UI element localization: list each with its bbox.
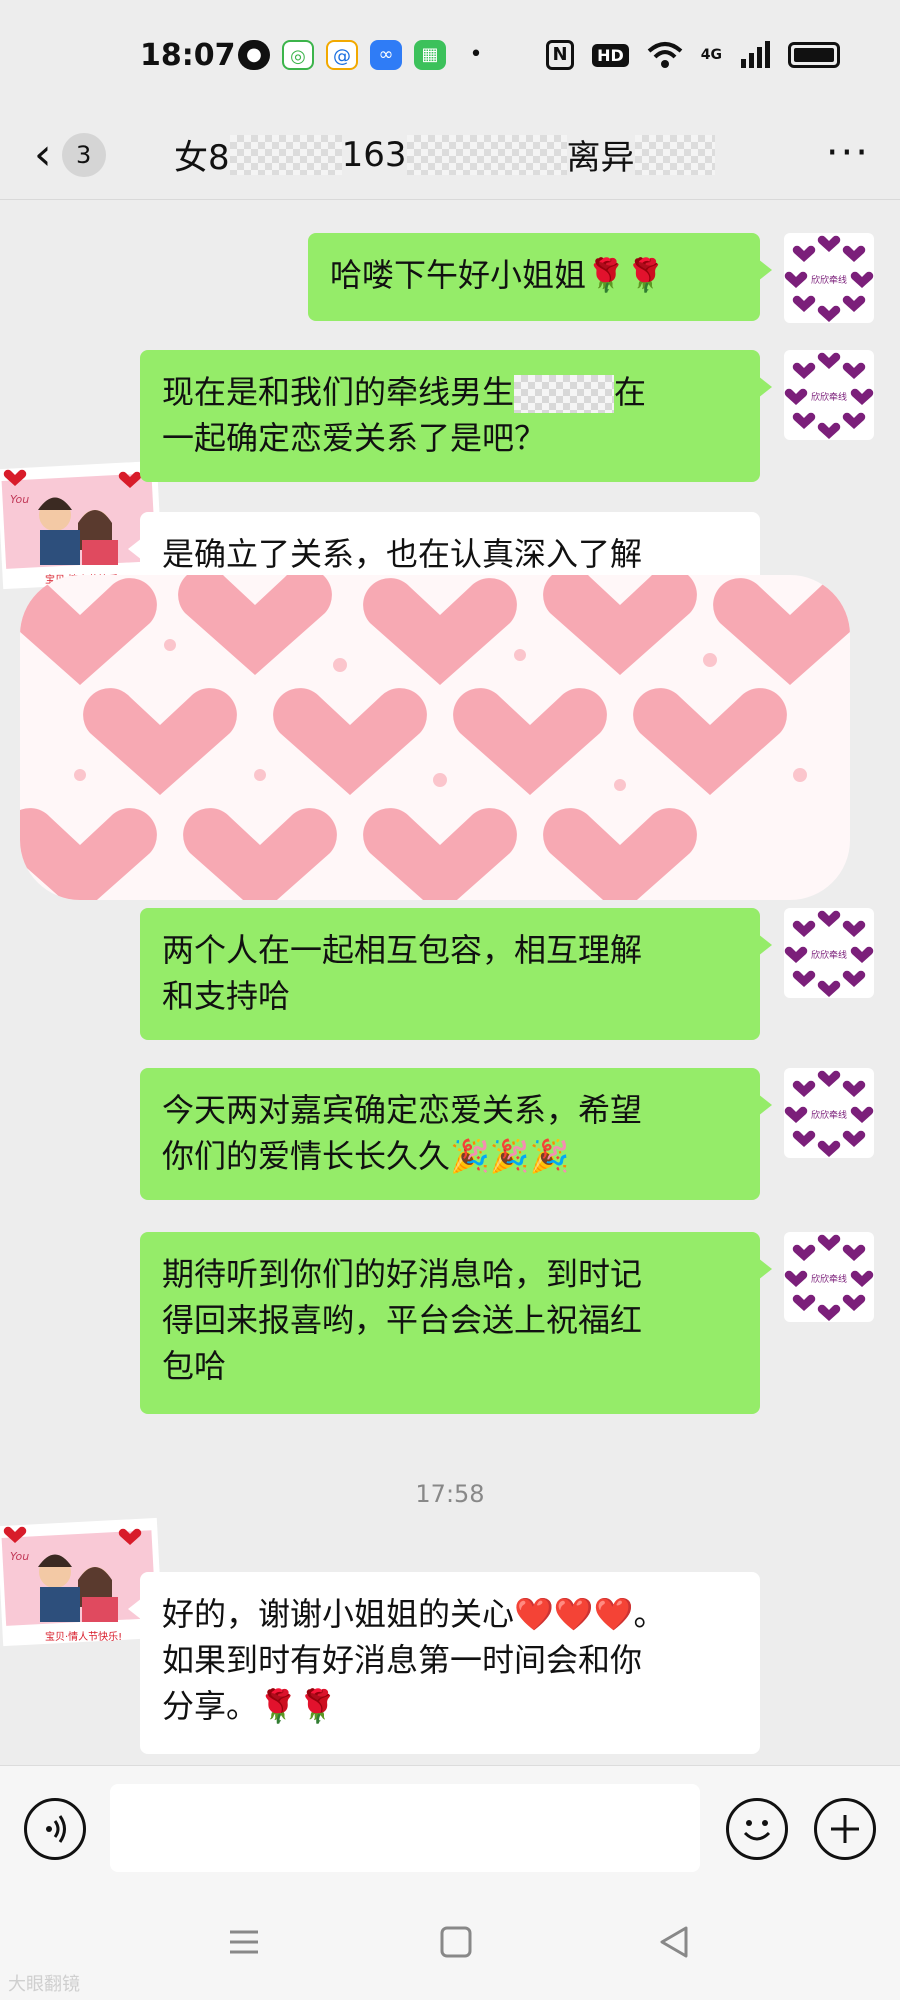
network-label: 4G [700, 47, 722, 63]
heart-ring-icon: 欣欣牵线 [784, 910, 874, 997]
title-tag: 离异 [566, 138, 635, 178]
avatar[interactable]: 欣欣牵线 [784, 233, 874, 323]
hearts-icon [20, 575, 850, 900]
system-nav-bar [0, 1890, 900, 2000]
title-mosaic [229, 134, 342, 175]
heart-ring-icon: 欣欣牵线 [784, 1070, 874, 1157]
user-avatar-caption: 宝贝·情人节快乐! [45, 1630, 122, 1643]
message-input[interactable] [110, 1784, 700, 1872]
message-text: 是确立了关系，也在认真深入了解 [162, 535, 643, 573]
message-bubble[interactable]: 两个人在一起相互包容，相互理解 和支持哈 [140, 908, 772, 1040]
message-text: 今天两对嘉宾确定恋爱关系，希望 [162, 1091, 643, 1129]
avatar[interactable]: You 宝贝·情人节快乐! [0, 1512, 164, 1652]
message-text: 期待听到你们的好消息哈，到时记 [162, 1255, 643, 1293]
avatar[interactable]: 欣欣牵线 [784, 1232, 874, 1322]
plus-icon [831, 1815, 859, 1843]
smiley-icon [743, 1820, 771, 1841]
status-bar: 18:07 ● ◎ @ ∞ ▦ • N HD 4G [0, 0, 900, 110]
brand-avatar-text: 欣欣牵线 [811, 949, 847, 961]
user-avatar-text: You [10, 1550, 29, 1563]
message-text: 好的，谢谢小姐姐的关心❤️❤️❤️。 [162, 1595, 666, 1633]
app-icon: ▦ [414, 40, 446, 70]
avatar[interactable]: 欣欣牵线 [784, 908, 874, 998]
avatar[interactable]: You 宝贝·情人节快乐! [0, 455, 164, 595]
message-bubble[interactable]: 现在是和我们的牵线男生 在 一起确定恋爱关系了是吧？ [140, 350, 772, 482]
message-bubble[interactable]: 今天两对嘉宾确定恋爱关系，希望 你们的爱情长长久久🎉🎉🎉 [140, 1068, 772, 1200]
title-prefix: 女8 [174, 138, 230, 178]
plus-button[interactable] [814, 1798, 876, 1860]
more-button[interactable]: ··· [826, 130, 870, 176]
message-bubble[interactable]: 期待听到你们的好消息哈，到时记 得回来报喜哟，平台会送上祝福红 包哈 [140, 1232, 772, 1414]
back-button[interactable]: ‹ 3 [34, 128, 124, 182]
heart-sticker [20, 575, 850, 900]
user-avatar-text: You [10, 493, 29, 506]
brand-avatar-text: 欣欣牵线 [811, 391, 847, 403]
message-text: 哈喽下午好小姐姐🌹🌹 [330, 256, 666, 294]
message-text: 如果到时有好消息第一时间会和你 [162, 1641, 643, 1679]
message-text: 现在是和我们的牵线男生 [162, 373, 515, 411]
title-mosaic [406, 134, 567, 175]
watermark: 大眼翻镜 [8, 1974, 80, 1995]
dot-icon: • [469, 42, 483, 67]
brand-avatar-text: 欣欣牵线 [811, 274, 847, 286]
wifi-icon [647, 42, 683, 68]
title-mid: 163 [341, 134, 407, 175]
home-button[interactable] [432, 1918, 480, 1966]
chat-header: ‹ 3 女8 163 离异 ··· [0, 110, 900, 200]
avatar[interactable]: 欣欣牵线 [784, 1068, 874, 1158]
status-right: N HD 4G [546, 40, 840, 70]
chat-title[interactable]: 女8 163 离异 [174, 130, 715, 179]
voice-icon [46, 1815, 66, 1843]
time-divider: 17:58 [415, 1480, 485, 1508]
menu-button[interactable] [220, 1918, 268, 1966]
voice-button[interactable] [24, 1798, 86, 1860]
input-bar [0, 1765, 900, 1890]
heart-ring-icon: 欣欣牵线 [784, 235, 874, 322]
q-icon: @ [326, 40, 358, 70]
unread-badge: 3 [61, 133, 106, 177]
hd-icon: HD [592, 43, 629, 67]
square-icon [440, 1926, 472, 1958]
heart-ring-icon: 欣欣牵线 [784, 1234, 874, 1321]
message-text: 包哈 [162, 1347, 227, 1385]
message-icon: ◎ [282, 40, 314, 70]
wechat-icon: ● [238, 40, 270, 70]
menu-icon [230, 1930, 258, 1954]
message-text: 和支持哈 [162, 977, 291, 1015]
signal-icon [741, 41, 770, 68]
message-text: 分享。🌹🌹 [162, 1687, 338, 1725]
triangle-back-icon [660, 1926, 688, 1958]
message-text: 你们的爱情长长久久🎉🎉🎉 [162, 1137, 570, 1175]
message-text: 两个人在一起相互包容，相互理解 [162, 931, 643, 969]
title-mosaic [634, 134, 715, 175]
heart-ring-icon: 欣欣牵线 [784, 352, 874, 439]
message-text: 得回来报喜哟，平台会送上祝福红 [162, 1301, 643, 1339]
redacted-name [514, 375, 615, 413]
brand-avatar-text: 欣欣牵线 [811, 1109, 847, 1121]
cloud-icon: ∞ [370, 40, 402, 70]
message-bubble[interactable]: 哈喽下午好小姐姐🌹🌹 [308, 233, 772, 321]
message-bubble[interactable]: 好的，谢谢小姐姐的关心❤️❤️❤️。 如果到时有好消息第一时间会和你 分享。🌹🌹 [128, 1572, 760, 1754]
message-text: 一起确定恋爱关系了是吧？ [162, 419, 547, 457]
nfc-icon: N [546, 40, 575, 70]
message-text: 在 [614, 373, 647, 411]
battery-icon [788, 42, 840, 68]
avatar[interactable]: 欣欣牵线 [784, 350, 874, 440]
brand-avatar-text: 欣欣牵线 [811, 1273, 847, 1285]
chevron-left-icon: ‹ [34, 129, 52, 180]
status-time: 18:07 [140, 38, 236, 73]
emoji-button[interactable] [726, 1798, 788, 1860]
back-nav-button[interactable] [650, 1918, 698, 1966]
